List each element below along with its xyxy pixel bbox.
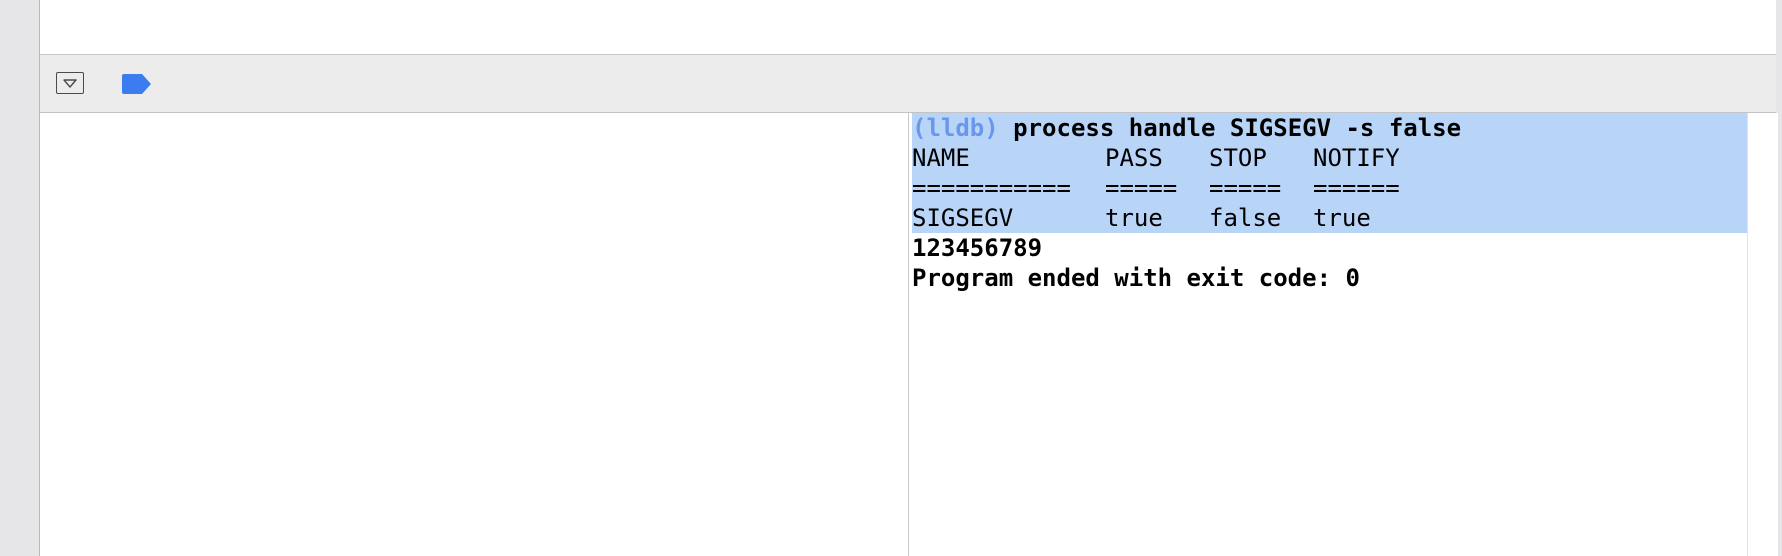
cell-notify: true	[1313, 204, 1371, 232]
console-command: process handle SIGSEGV -s false	[998, 114, 1462, 142]
separator-pass: =====	[1105, 174, 1178, 202]
header-stop: STOP	[1209, 144, 1267, 172]
cell-stop: false	[1209, 204, 1282, 232]
lldb-prompt: (lldb)	[912, 114, 999, 142]
header-name: NAME	[912, 144, 970, 172]
signal-table-row: SIGSEGV true false true	[912, 203, 1747, 233]
exit-code-line: Program ended with exit code: 0	[912, 264, 1360, 292]
signal-table-header: NAME PASS STOP NOTIFY	[912, 143, 1747, 173]
program-output-line: 123456789	[912, 234, 1043, 262]
breakpoints-toggle-button[interactable]	[120, 74, 152, 98]
header-notify: NOTIFY	[1313, 144, 1400, 172]
console-scroll-gutter[interactable]	[1747, 113, 1778, 556]
signal-table-separator: =========== ===== ===== ======	[912, 173, 1747, 203]
variables-view[interactable]	[40, 113, 909, 556]
triangle-down-icon	[63, 78, 77, 88]
header-pass: PASS	[1105, 144, 1163, 172]
debug-bar	[40, 55, 1776, 113]
separator-stop: =====	[1209, 174, 1282, 202]
separator-name: ===========	[912, 174, 1071, 202]
hide-debug-area-button[interactable]	[56, 72, 84, 94]
cell-name: SIGSEGV	[912, 204, 1014, 232]
breakpoint-icon	[122, 74, 151, 94]
left-rail	[0, 0, 40, 556]
cell-pass: true	[1105, 204, 1163, 232]
console-output[interactable]: (lldb) process handle SIGSEGV -s false N…	[909, 113, 1747, 556]
editor-area[interactable]	[40, 0, 1776, 55]
separator-notify: ======	[1313, 174, 1400, 202]
console-command-line: (lldb) process handle SIGSEGV -s false	[912, 113, 1747, 143]
console-text: (lldb) process handle SIGSEGV -s false N…	[912, 113, 1747, 293]
